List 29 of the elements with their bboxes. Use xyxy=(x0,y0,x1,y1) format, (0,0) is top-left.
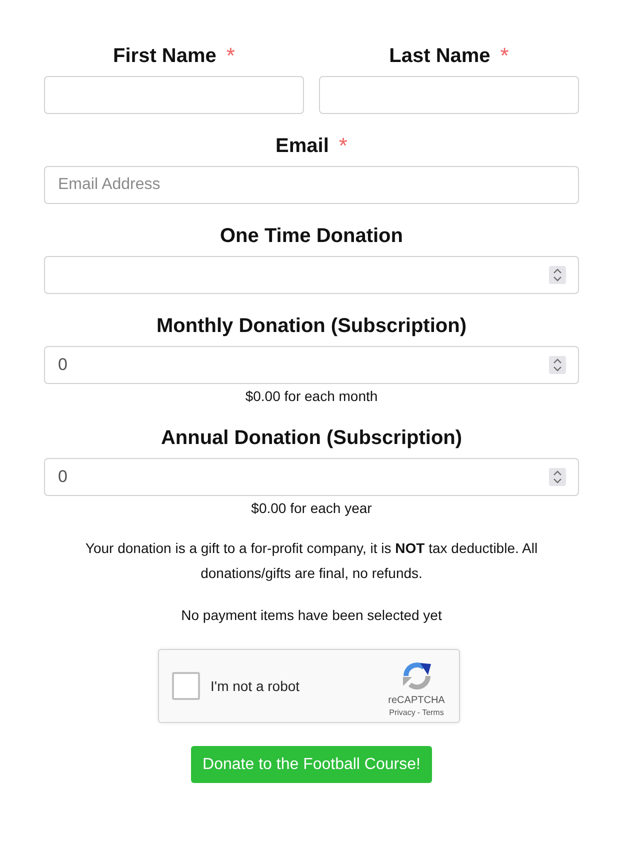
status-message: No payment items have been selected yet xyxy=(181,606,442,625)
captcha-label: I'm not a robot xyxy=(210,678,300,694)
amount-note: $0.00 for each month xyxy=(245,387,378,406)
spinner-icon[interactable] xyxy=(549,356,566,374)
circular-arrows-icon xyxy=(400,660,432,692)
spinner-icon[interactable] xyxy=(549,468,566,486)
number-field[interactable] xyxy=(44,256,579,294)
field-label: Annual Donation (Subscription) xyxy=(160,426,462,451)
field-label: Last Name xyxy=(389,44,490,69)
captcha-link[interactable]: Privacy xyxy=(389,707,416,719)
field-label: Monthly Donation (Subscription) xyxy=(156,314,466,339)
text-field[interactable] xyxy=(44,76,304,114)
text-field[interactable] xyxy=(319,76,579,114)
amount-note: $0.00 for each year xyxy=(251,499,372,518)
captcha-brand: reCAPTCHA xyxy=(388,695,445,707)
field-label: First Name xyxy=(113,44,216,69)
captcha-checkbox[interactable] xyxy=(172,672,200,700)
email-field[interactable]: Email Address xyxy=(44,166,579,204)
field-label: One Time Donation xyxy=(220,224,403,249)
captcha-link[interactable]: Terms xyxy=(422,707,444,719)
required-mark: * xyxy=(338,132,348,160)
required-mark: * xyxy=(500,42,509,70)
disclaimer-text: Your donation is a gift to a for-profit company, it is NOT tax deductible. All donations/gifts are final, no refunds. xyxy=(84,539,539,583)
number-field[interactable]: 0 xyxy=(44,458,579,496)
link-separator: - xyxy=(417,707,420,719)
number-field[interactable]: 0 xyxy=(44,346,579,384)
field-label: Email xyxy=(276,134,329,159)
required-mark: * xyxy=(226,42,235,70)
spinner-icon[interactable] xyxy=(549,266,566,284)
